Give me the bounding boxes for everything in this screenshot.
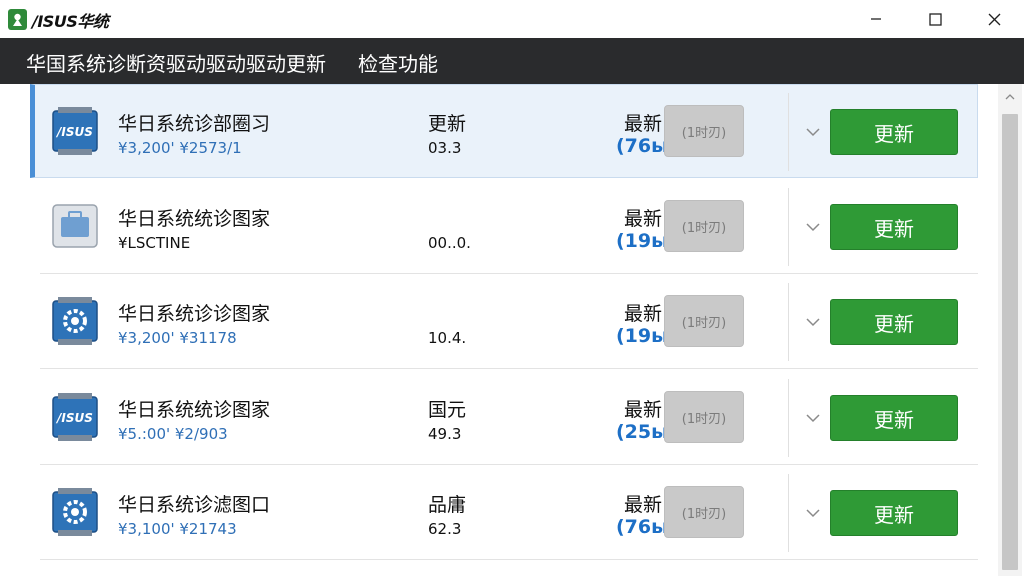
briefcase-icon <box>50 200 100 252</box>
minimize-button[interactable] <box>846 0 906 38</box>
driver-row[interactable]: /ISUS 华日系统诊部圈习 ¥3,200' ¥2573/1 更新 03.3 最… <box>30 84 978 178</box>
disabled-time-button: (1时刃) <box>664 200 744 252</box>
nav-item-driver-update[interactable]: 华国系统诊断资驱动驱动驱动更新 <box>26 48 326 77</box>
driver-sub-info: ¥LSCTINE <box>118 234 191 252</box>
driver-name: 华日系统统诊图家 <box>118 399 271 421</box>
driver-version: 10.4. <box>428 329 467 347</box>
driver-row[interactable]: 华日系统诊滤图口 ¥3,100' ¥21743 品庸 62.3 最新 (76ы … <box>30 466 978 560</box>
maximize-button[interactable] <box>905 0 965 38</box>
driver-list: /ISUS 华日系统诊部圈习 ¥3,200' ¥2573/1 更新 03.3 最… <box>30 84 980 576</box>
driver-version: 03.3 <box>428 139 462 157</box>
row-divider <box>40 368 978 369</box>
driver-version: 00..0. <box>428 234 471 252</box>
driver-sub-info: ¥5.:00' ¥2/903 <box>118 425 228 443</box>
driver-row[interactable]: 华日系统统诊图家 ¥LSCTINE 00..0. 最新 (19ы (1时刃) 更… <box>30 180 978 274</box>
asus-chip-icon: /ISUS <box>50 105 100 157</box>
driver-name: 华日系统诊滤图口 <box>118 494 271 516</box>
column-separator <box>788 283 789 361</box>
column-separator <box>788 93 789 171</box>
latest-days: (76ы <box>616 516 669 538</box>
update-button[interactable]: 更新 <box>830 395 958 441</box>
chevron-down-icon <box>806 223 820 232</box>
chevron-up-icon <box>1005 94 1015 100</box>
driver-row[interactable]: 华日系统诊诊图家 ¥3,200' ¥31178 10.4. 最新 (19ы (1… <box>30 275 978 369</box>
driver-status: 国元 <box>428 399 467 421</box>
latest-days: (25ы <box>616 421 669 443</box>
latest-days: (19ы <box>616 325 669 347</box>
disabled-time-button: (1时刃) <box>664 105 744 157</box>
update-button[interactable]: 更新 <box>830 204 958 250</box>
chevron-down-icon <box>806 414 820 423</box>
latest-label: 最新 <box>624 494 663 516</box>
column-separator <box>788 379 789 457</box>
asus-chip-icon: /ISUS <box>50 391 100 443</box>
expand-chevron[interactable] <box>804 218 822 236</box>
driver-name: 华日系统诊诊图家 <box>118 303 271 325</box>
gear-chip-icon <box>50 486 100 538</box>
column-separator <box>788 188 789 266</box>
nav-item-check-function[interactable]: 检查功能 <box>358 48 438 77</box>
expand-chevron[interactable] <box>804 123 822 141</box>
disabled-time-button: (1时刃) <box>664 391 744 443</box>
driver-name: 华日系统统诊图家 <box>118 208 271 230</box>
driver-sub-info: ¥3,200' ¥2573/1 <box>118 139 242 157</box>
latest-label: 最新 <box>624 208 663 230</box>
nav-bar: 华国系统诊断资驱动驱动驱动更新 检查功能 <box>0 38 1024 84</box>
latest-days: (76ы <box>616 135 669 157</box>
driver-sub-info: ¥3,100' ¥21743 <box>118 520 237 538</box>
driver-version: 62.3 <box>428 520 462 538</box>
close-button[interactable] <box>964 0 1024 38</box>
row-divider <box>40 464 978 465</box>
driver-version: 49.3 <box>428 425 462 443</box>
latest-days: (19ы <box>616 230 669 252</box>
update-button[interactable]: 更新 <box>830 299 958 345</box>
scrollbar[interactable] <box>998 84 1022 576</box>
minimize-icon <box>871 18 881 20</box>
row-divider <box>40 273 978 274</box>
svg-text:/ISUS: /ISUS <box>55 125 93 139</box>
svg-text:/ISUS: /ISUS <box>55 411 93 425</box>
column-separator <box>788 474 789 552</box>
driver-status: 更新 <box>428 113 467 135</box>
chevron-down-icon <box>806 318 820 327</box>
gear-chip-icon <box>50 295 100 347</box>
driver-status: 品庸 <box>428 494 467 516</box>
update-button[interactable]: 更新 <box>830 490 958 536</box>
chevron-down-icon <box>806 509 820 518</box>
asus-app-icon <box>8 9 27 30</box>
row-divider <box>40 559 978 560</box>
maximize-icon <box>928 12 942 26</box>
driver-sub-info: ¥3,200' ¥31178 <box>118 329 237 347</box>
latest-label: 最新 <box>624 303 663 325</box>
expand-chevron[interactable] <box>804 504 822 522</box>
chevron-down-icon <box>806 128 820 137</box>
expand-chevron[interactable] <box>804 313 822 331</box>
update-button[interactable]: 更新 <box>830 109 958 155</box>
disabled-time-button: (1时刃) <box>664 486 744 538</box>
disabled-time-button: (1时刃) <box>664 295 744 347</box>
expand-chevron[interactable] <box>804 409 822 427</box>
close-icon <box>988 13 1000 25</box>
driver-name: 华日系统诊部圈习 <box>118 113 271 135</box>
driver-row[interactable]: /ISUS 华日系统统诊图家 ¥5.:00' ¥2/903 国元 49.3 最新… <box>30 371 978 465</box>
latest-label: 最新 <box>624 113 663 135</box>
scrollbar-thumb[interactable] <box>1002 114 1018 570</box>
scroll-up-button[interactable] <box>998 90 1022 104</box>
latest-label: 最新 <box>624 399 663 421</box>
app-title: /ISUS华统 <box>32 12 109 31</box>
title-bar: /ISUS华统 <box>0 0 1024 39</box>
